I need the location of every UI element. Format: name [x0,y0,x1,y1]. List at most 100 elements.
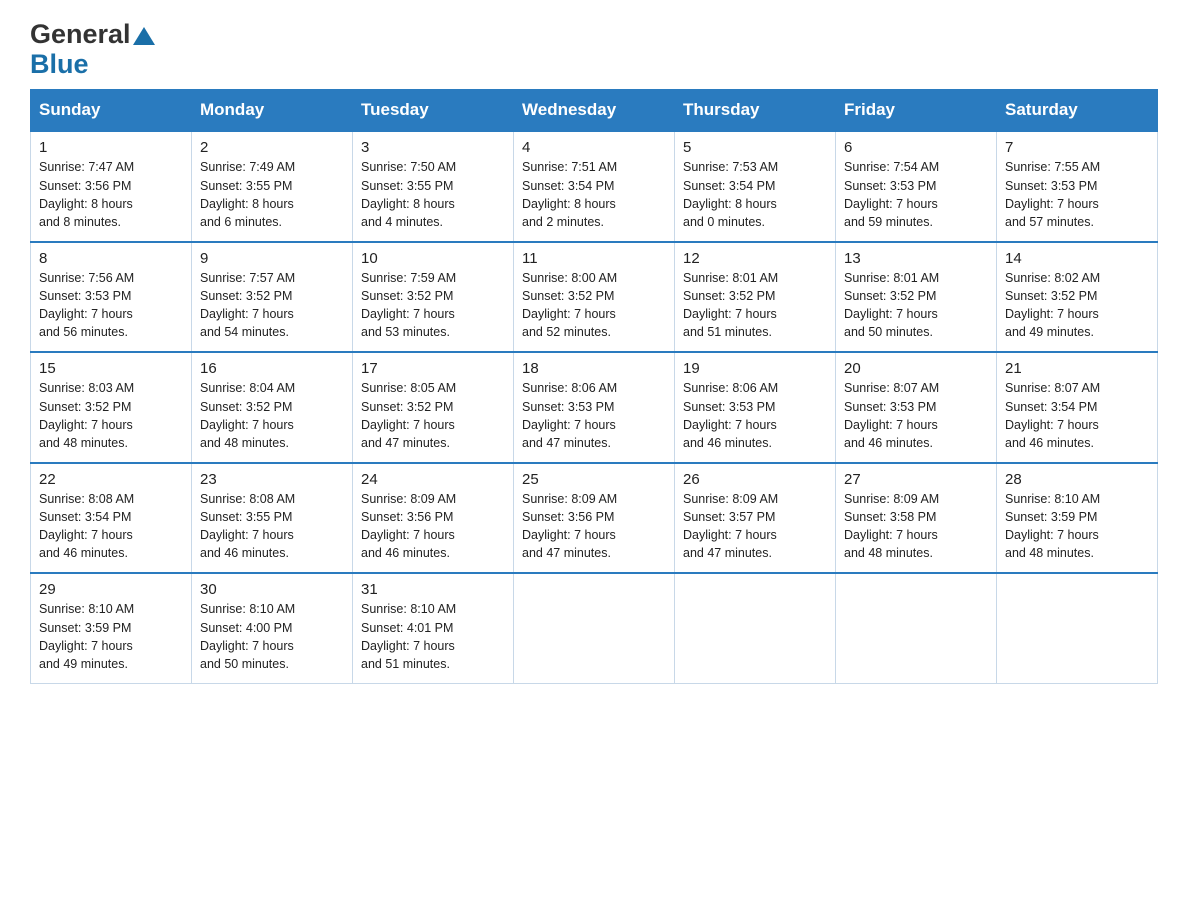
weekday-header-monday: Monday [192,90,353,132]
day-info: Sunrise: 7:56 AMSunset: 3:53 PMDaylight:… [39,269,183,342]
calendar-cell: 13 Sunrise: 8:01 AMSunset: 3:52 PMDaylig… [836,242,997,353]
calendar-cell: 5 Sunrise: 7:53 AMSunset: 3:54 PMDayligh… [675,131,836,242]
weekday-header-row: SundayMondayTuesdayWednesdayThursdayFrid… [31,90,1158,132]
day-number: 22 [39,471,183,488]
day-info: Sunrise: 7:49 AMSunset: 3:55 PMDaylight:… [200,158,344,231]
weekday-header-tuesday: Tuesday [353,90,514,132]
calendar-cell: 15 Sunrise: 8:03 AMSunset: 3:52 PMDaylig… [31,352,192,463]
weekday-header-saturday: Saturday [997,90,1158,132]
calendar-cell: 14 Sunrise: 8:02 AMSunset: 3:52 PMDaylig… [997,242,1158,353]
calendar-cell: 11 Sunrise: 8:00 AMSunset: 3:52 PMDaylig… [514,242,675,353]
week-row-4: 22 Sunrise: 8:08 AMSunset: 3:54 PMDaylig… [31,463,1158,574]
day-number: 10 [361,250,505,267]
day-info: Sunrise: 8:07 AMSunset: 3:53 PMDaylight:… [844,379,988,452]
day-info: Sunrise: 7:59 AMSunset: 3:52 PMDaylight:… [361,269,505,342]
calendar-cell: 22 Sunrise: 8:08 AMSunset: 3:54 PMDaylig… [31,463,192,574]
calendar-cell [836,573,997,683]
day-info: Sunrise: 7:50 AMSunset: 3:55 PMDaylight:… [361,158,505,231]
calendar-cell: 10 Sunrise: 7:59 AMSunset: 3:52 PMDaylig… [353,242,514,353]
day-number: 16 [200,360,344,377]
calendar-cell: 8 Sunrise: 7:56 AMSunset: 3:53 PMDayligh… [31,242,192,353]
day-number: 1 [39,139,183,156]
weekday-header-thursday: Thursday [675,90,836,132]
day-number: 8 [39,250,183,267]
day-number: 2 [200,139,344,156]
day-info: Sunrise: 7:55 AMSunset: 3:53 PMDaylight:… [1005,158,1149,231]
day-info: Sunrise: 7:53 AMSunset: 3:54 PMDaylight:… [683,158,827,231]
day-number: 7 [1005,139,1149,156]
day-number: 9 [200,250,344,267]
logo-triangle-icon [133,27,155,45]
calendar-cell: 6 Sunrise: 7:54 AMSunset: 3:53 PMDayligh… [836,131,997,242]
day-number: 21 [1005,360,1149,377]
calendar-cell: 9 Sunrise: 7:57 AMSunset: 3:52 PMDayligh… [192,242,353,353]
day-number: 19 [683,360,827,377]
day-number: 12 [683,250,827,267]
logo-general: General [30,20,155,50]
day-info: Sunrise: 8:02 AMSunset: 3:52 PMDaylight:… [1005,269,1149,342]
day-number: 31 [361,581,505,598]
day-number: 20 [844,360,988,377]
day-number: 27 [844,471,988,488]
weekday-header-friday: Friday [836,90,997,132]
day-info: Sunrise: 8:08 AMSunset: 3:54 PMDaylight:… [39,490,183,563]
day-info: Sunrise: 8:09 AMSunset: 3:56 PMDaylight:… [361,490,505,563]
calendar-cell: 21 Sunrise: 8:07 AMSunset: 3:54 PMDaylig… [997,352,1158,463]
day-number: 30 [200,581,344,598]
day-number: 28 [1005,471,1149,488]
day-info: Sunrise: 7:51 AMSunset: 3:54 PMDaylight:… [522,158,666,231]
day-number: 17 [361,360,505,377]
day-number: 14 [1005,250,1149,267]
calendar-cell: 30 Sunrise: 8:10 AMSunset: 4:00 PMDaylig… [192,573,353,683]
calendar-cell: 12 Sunrise: 8:01 AMSunset: 3:52 PMDaylig… [675,242,836,353]
day-info: Sunrise: 8:10 AMSunset: 3:59 PMDaylight:… [39,600,183,673]
calendar-cell [997,573,1158,683]
day-info: Sunrise: 8:10 AMSunset: 3:59 PMDaylight:… [1005,490,1149,563]
day-info: Sunrise: 8:10 AMSunset: 4:01 PMDaylight:… [361,600,505,673]
calendar-cell: 7 Sunrise: 7:55 AMSunset: 3:53 PMDayligh… [997,131,1158,242]
day-info: Sunrise: 8:07 AMSunset: 3:54 PMDaylight:… [1005,379,1149,452]
calendar-cell: 26 Sunrise: 8:09 AMSunset: 3:57 PMDaylig… [675,463,836,574]
calendar-cell: 2 Sunrise: 7:49 AMSunset: 3:55 PMDayligh… [192,131,353,242]
day-number: 23 [200,471,344,488]
logo-blue: Blue [30,50,155,80]
day-number: 18 [522,360,666,377]
week-row-5: 29 Sunrise: 8:10 AMSunset: 3:59 PMDaylig… [31,573,1158,683]
calendar-cell: 17 Sunrise: 8:05 AMSunset: 3:52 PMDaylig… [353,352,514,463]
day-number: 15 [39,360,183,377]
calendar-cell: 24 Sunrise: 8:09 AMSunset: 3:56 PMDaylig… [353,463,514,574]
day-info: Sunrise: 8:08 AMSunset: 3:55 PMDaylight:… [200,490,344,563]
weekday-header-sunday: Sunday [31,90,192,132]
calendar-cell: 16 Sunrise: 8:04 AMSunset: 3:52 PMDaylig… [192,352,353,463]
calendar-cell: 31 Sunrise: 8:10 AMSunset: 4:01 PMDaylig… [353,573,514,683]
week-row-1: 1 Sunrise: 7:47 AMSunset: 3:56 PMDayligh… [31,131,1158,242]
day-info: Sunrise: 7:47 AMSunset: 3:56 PMDaylight:… [39,158,183,231]
day-number: 24 [361,471,505,488]
calendar-cell: 19 Sunrise: 8:06 AMSunset: 3:53 PMDaylig… [675,352,836,463]
day-info: Sunrise: 8:10 AMSunset: 4:00 PMDaylight:… [200,600,344,673]
day-info: Sunrise: 8:06 AMSunset: 3:53 PMDaylight:… [683,379,827,452]
day-number: 6 [844,139,988,156]
weekday-header-wednesday: Wednesday [514,90,675,132]
calendar-cell: 28 Sunrise: 8:10 AMSunset: 3:59 PMDaylig… [997,463,1158,574]
calendar-cell: 18 Sunrise: 8:06 AMSunset: 3:53 PMDaylig… [514,352,675,463]
day-number: 26 [683,471,827,488]
calendar-cell: 23 Sunrise: 8:08 AMSunset: 3:55 PMDaylig… [192,463,353,574]
day-info: Sunrise: 8:09 AMSunset: 3:57 PMDaylight:… [683,490,827,563]
calendar-cell: 25 Sunrise: 8:09 AMSunset: 3:56 PMDaylig… [514,463,675,574]
calendar-cell: 29 Sunrise: 8:10 AMSunset: 3:59 PMDaylig… [31,573,192,683]
calendar-table: SundayMondayTuesdayWednesdayThursdayFrid… [30,89,1158,684]
day-info: Sunrise: 8:00 AMSunset: 3:52 PMDaylight:… [522,269,666,342]
calendar-cell [514,573,675,683]
week-row-3: 15 Sunrise: 8:03 AMSunset: 3:52 PMDaylig… [31,352,1158,463]
day-info: Sunrise: 8:09 AMSunset: 3:56 PMDaylight:… [522,490,666,563]
day-info: Sunrise: 8:06 AMSunset: 3:53 PMDaylight:… [522,379,666,452]
calendar-cell: 3 Sunrise: 7:50 AMSunset: 3:55 PMDayligh… [353,131,514,242]
day-number: 13 [844,250,988,267]
day-info: Sunrise: 8:05 AMSunset: 3:52 PMDaylight:… [361,379,505,452]
day-info: Sunrise: 7:54 AMSunset: 3:53 PMDaylight:… [844,158,988,231]
day-number: 25 [522,471,666,488]
day-info: Sunrise: 8:01 AMSunset: 3:52 PMDaylight:… [683,269,827,342]
day-info: Sunrise: 8:01 AMSunset: 3:52 PMDaylight:… [844,269,988,342]
day-info: Sunrise: 8:03 AMSunset: 3:52 PMDaylight:… [39,379,183,452]
